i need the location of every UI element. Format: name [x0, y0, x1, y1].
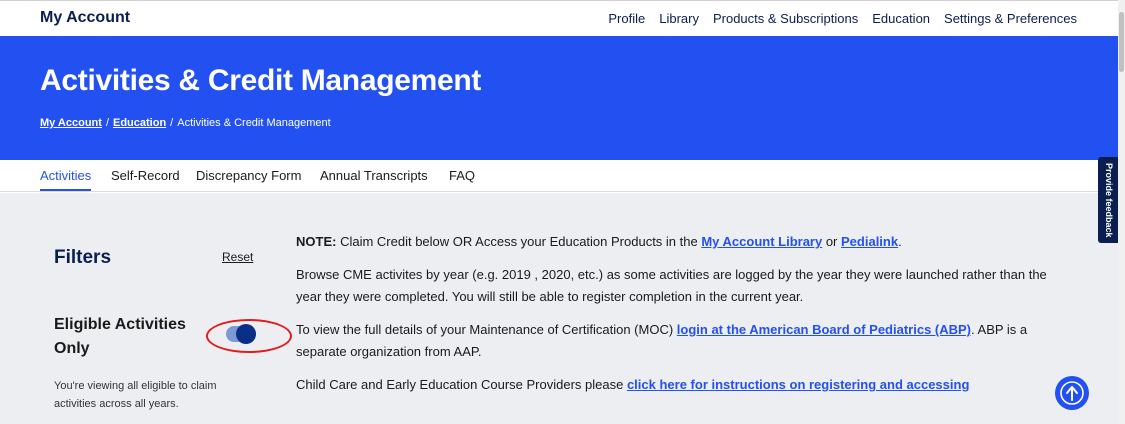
my-account-library-link[interactable]: My Account Library — [701, 234, 822, 249]
tab-bar: Activities Self-Record Discrepancy Form … — [0, 160, 1118, 192]
note-or: or — [822, 234, 842, 249]
tab-activities[interactable]: Activities — [40, 168, 92, 191]
annotation-circle — [206, 319, 292, 353]
reset-button[interactable]: Reset — [222, 250, 253, 264]
breadcrumb-my-account[interactable]: My Account — [40, 117, 102, 129]
breadcrumb-separator: / — [170, 117, 174, 129]
nav-item-education[interactable]: Education — [872, 11, 930, 26]
nav-item-products[interactable]: Products & Subscriptions — [713, 11, 858, 26]
top-nav: Profile Library Products & Subscriptions… — [608, 11, 1077, 26]
tab-discrepancy-form[interactable]: Discrepancy Form — [196, 168, 301, 189]
note-label: NOTE: — [296, 234, 337, 249]
filters-title: Filters — [54, 247, 112, 268]
pedialink-link[interactable]: Pedialink — [841, 234, 898, 249]
moc-paragraph: To view the full details of your Mainten… — [296, 319, 1066, 363]
note-paragraph: NOTE: Claim Credit below OR Access your … — [296, 231, 1066, 253]
nav-item-settings[interactable]: Settings & Preferences — [944, 11, 1077, 26]
nav-item-profile[interactable]: Profile — [608, 11, 645, 26]
moc-text: To view the full details of your Mainten… — [296, 322, 677, 337]
breadcrumb: My Account / Education / Activities & Cr… — [40, 117, 331, 129]
hero-banner: Activities & Credit Management My Accoun… — [0, 36, 1118, 160]
breadcrumb-current: Activities & Credit Management — [177, 117, 331, 129]
content-area: Filters Reset Eligible Activities Only Y… — [0, 193, 1118, 424]
scrollbar-thumb[interactable] — [1119, 12, 1124, 72]
abp-login-link[interactable]: login at the American Board of Pediatric… — [677, 322, 971, 337]
tab-self-record[interactable]: Self-Record — [111, 168, 180, 189]
breadcrumb-education[interactable]: Education — [113, 117, 166, 129]
provide-feedback-tab[interactable]: Provide feedback — [1098, 157, 1120, 243]
page-title: Activities & Credit Management — [40, 64, 482, 97]
note-end: . — [898, 234, 902, 249]
brand-title[interactable]: My Account — [40, 9, 130, 27]
childcare-text: Child Care and Early Education Course Pr… — [296, 377, 627, 392]
nav-item-library[interactable]: Library — [659, 11, 699, 26]
tab-annual-transcripts[interactable]: Annual Transcripts — [320, 168, 428, 189]
browse-paragraph: Browse CME activites by year (e.g. 2019 … — [296, 267, 1047, 304]
childcare-paragraph: Child Care and Early Education Course Pr… — [296, 374, 1066, 396]
up-arrow-icon-graphic — [1060, 381, 1084, 405]
filter-hint-text: You're viewing all eligible to claim act… — [54, 380, 217, 410]
tab-faq[interactable]: FAQ — [449, 168, 475, 189]
main-info: NOTE: Claim Credit below OR Access your … — [296, 231, 1066, 407]
up-arrow-icon[interactable] — [1055, 376, 1089, 410]
childcare-instructions-link[interactable]: click here for instructions on registeri… — [627, 377, 969, 392]
breadcrumb-separator: / — [105, 117, 109, 129]
top-bar: My Account Profile Library Products & Su… — [0, 0, 1125, 36]
note-text: Claim Credit below OR Access your Educat… — [336, 234, 702, 249]
eligible-activities-label: Eligible Activities Only — [54, 316, 186, 357]
